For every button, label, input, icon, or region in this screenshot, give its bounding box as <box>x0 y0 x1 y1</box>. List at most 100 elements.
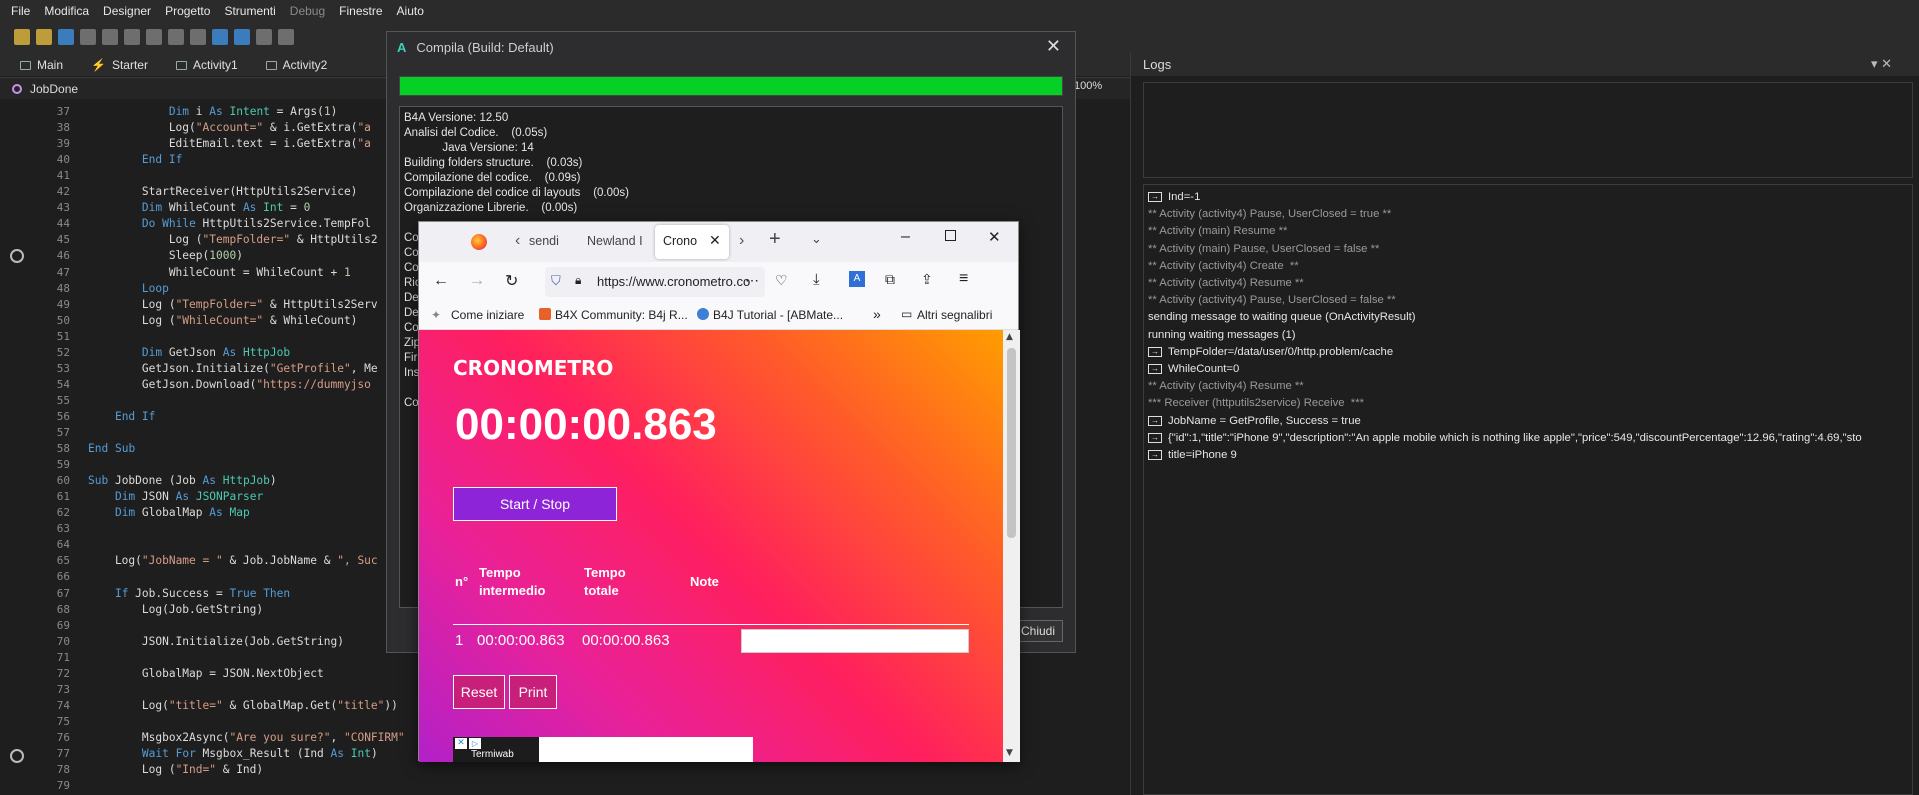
close-icon[interactable]: ✕ <box>1046 36 1061 57</box>
save-icon[interactable] <box>58 29 74 45</box>
save-all-icon[interactable] <box>80 29 96 45</box>
menu-finestre[interactable]: Finestre <box>332 4 389 18</box>
browser-tab-sendi[interactable]: sendi <box>529 234 559 248</box>
code-line: End Sub <box>88 442 136 456</box>
url-text: https://www.cronometro.co <box>597 274 751 289</box>
scroll-up-icon[interactable]: ▲ <box>1006 332 1013 342</box>
back-arrow-icon[interactable]: ← <box>433 272 449 290</box>
undo-icon[interactable] <box>168 29 184 45</box>
paste-icon[interactable] <box>146 29 162 45</box>
line-number: 74 <box>56 698 70 712</box>
page-scrollbar[interactable]: ▲ ▼ <box>1003 330 1020 762</box>
new-file-icon[interactable] <box>14 29 30 45</box>
cut-icon[interactable] <box>102 29 118 45</box>
tab-scroll-right-icon[interactable]: › <box>739 232 744 250</box>
log-line: ** Activity (activity4) Create ** <box>1148 258 1908 275</box>
back-icon[interactable] <box>212 29 228 45</box>
menu-icon[interactable]: ≡ <box>959 270 968 288</box>
line-number: 48 <box>56 281 70 295</box>
page-actions-icon[interactable]: ⋯ <box>745 272 759 289</box>
navigation-bar: ← → ↻ ⛉ 🔒︎ https://www.cronometro.co ⋯ ♡… <box>419 262 1018 302</box>
ad-choices-icon[interactable]: ▷ <box>469 738 481 749</box>
close-window-icon[interactable]: ✕ <box>988 228 1001 246</box>
bookmark-icon[interactable] <box>190 29 206 45</box>
menu-aiuto[interactable]: Aiuto <box>390 4 431 18</box>
ad-banner[interactable]: Termiwab ✕ ▷ <box>453 737 753 762</box>
copy-icon[interactable] <box>124 29 140 45</box>
browser-tab-strip: ‹ sendi Newland I Crono ✕ › + ⌄ – ✕ <box>419 222 1018 262</box>
code-line: Dim i As Intent = Args(1) <box>168 105 338 118</box>
forward-arrow-icon[interactable]: → <box>469 272 485 290</box>
bookmark-b4x-community[interactable]: B4X Community: B4j R... <box>555 308 688 322</box>
code-line: EditEmail.text = i.GetExtra("a <box>88 137 371 151</box>
tab-main[interactable]: Main <box>6 54 77 76</box>
line-number: 51 <box>56 329 70 343</box>
log-text: ** Activity (activity4) Resume ** <box>1148 380 1304 393</box>
url-bar[interactable]: ⛉ 🔒︎ https://www.cronometro.co ⋯ <box>545 267 765 297</box>
ad-close-icon[interactable]: ✕ <box>455 738 467 749</box>
tab-activity2[interactable]: Activity2 <box>252 54 342 76</box>
downloads-icon[interactable]: ⤓ <box>813 271 820 288</box>
col-header-intermedio: Tempo intermedio <box>479 565 546 598</box>
translate-icon[interactable]: A <box>849 271 865 287</box>
log-text: ** Activity (main) Resume ** <box>1148 225 1288 238</box>
other-bookmarks[interactable]: Altri segnalibri <box>917 308 992 322</box>
menu-designer[interactable]: Designer <box>96 4 158 18</box>
bookmark-come-iniziare[interactable]: Come iniziare <box>451 308 524 322</box>
note-input[interactable] <box>741 629 969 653</box>
tab-starter[interactable]: ⚡ Starter <box>77 54 162 76</box>
forward-icon[interactable] <box>234 29 250 45</box>
breakpoint-icon[interactable] <box>10 749 24 763</box>
zoom-level[interactable]: 100% <box>1074 80 1114 96</box>
scrollbar-thumb[interactable] <box>1007 348 1016 538</box>
menu-strumenti[interactable]: Strumenti <box>217 4 282 18</box>
log-line: → WhileCount=0 <box>1148 361 1908 378</box>
pocket-icon[interactable]: ♡ <box>775 272 788 289</box>
tab-scroll-left-icon[interactable]: ‹ <box>515 232 520 250</box>
menu-modifica[interactable]: Modifica <box>37 4 96 18</box>
row-intermedio: 00:00:00.863 <box>477 632 565 649</box>
log-text: ** Activity (activity4) Resume ** <box>1148 277 1304 290</box>
extensions-icon[interactable]: ⧉ <box>885 271 895 288</box>
code-line: Log("title=" & GlobalMap.Get("title")) <box>88 698 398 712</box>
more-bookmarks-icon[interactable]: » <box>873 306 881 322</box>
code-line: Msgbox2Async("Are you sure?", "CONFIRM" <box>88 730 405 744</box>
line-number: 37 <box>56 105 70 118</box>
log-text: running waiting messages (1) <box>1148 328 1296 341</box>
line-number: 42 <box>56 185 70 199</box>
tab-activity1[interactable]: Activity1 <box>162 54 252 76</box>
reload-icon[interactable]: ↻ <box>505 271 518 291</box>
indent-icon[interactable] <box>256 29 272 45</box>
shield-icon[interactable]: ⛉ <box>551 273 561 289</box>
browser-tab-newland[interactable]: Newland I <box>587 234 643 248</box>
lock-icon[interactable]: 🔒︎ <box>575 273 581 288</box>
new-tab-icon[interactable]: + <box>769 228 781 251</box>
line-number: 58 <box>56 442 70 456</box>
reset-button[interactable]: Reset <box>453 675 505 709</box>
breakpoint-icon[interactable] <box>10 249 24 263</box>
bookmark-b4j-tutorial[interactable]: B4J Tutorial - [ABMate... <box>713 308 843 322</box>
close-tab-icon[interactable]: ✕ <box>709 232 721 249</box>
menu-progetto[interactable]: Progetto <box>158 4 217 18</box>
line-number: 65 <box>56 554 70 568</box>
line-number: 67 <box>56 586 70 600</box>
close-button[interactable]: Chiudi <box>1013 620 1063 642</box>
line-number: 38 <box>56 121 70 135</box>
print-button[interactable]: Print <box>509 675 557 709</box>
browser-tab-active[interactable]: Crono ✕ <box>655 225 729 259</box>
scroll-down-icon[interactable]: ▼ <box>1006 748 1013 758</box>
start-stop-button[interactable]: Start / Stop <box>453 487 617 521</box>
list-tabs-icon[interactable]: ⌄ <box>811 231 822 247</box>
pin-icon[interactable]: ▾ ✕ <box>1871 56 1892 72</box>
minimize-icon[interactable]: – <box>901 228 910 246</box>
menu-file[interactable]: File <box>4 4 37 18</box>
menu-debug[interactable]: Debug <box>283 4 332 18</box>
row-totale: 00:00:00.863 <box>582 632 670 649</box>
log-text: ** Activity (main) Pause, UserClosed = f… <box>1148 242 1380 255</box>
outdent-icon[interactable] <box>278 29 294 45</box>
maximize-icon[interactable] <box>945 230 956 241</box>
open-folder-icon[interactable] <box>36 29 52 45</box>
log-line: → title=iPhone 9 <box>1148 447 1908 464</box>
logs-output[interactable]: → Ind=-1 ** Activity (activity4) Pause, Us… <box>1143 184 1913 795</box>
share-icon[interactable]: ⇪ <box>921 271 933 288</box>
